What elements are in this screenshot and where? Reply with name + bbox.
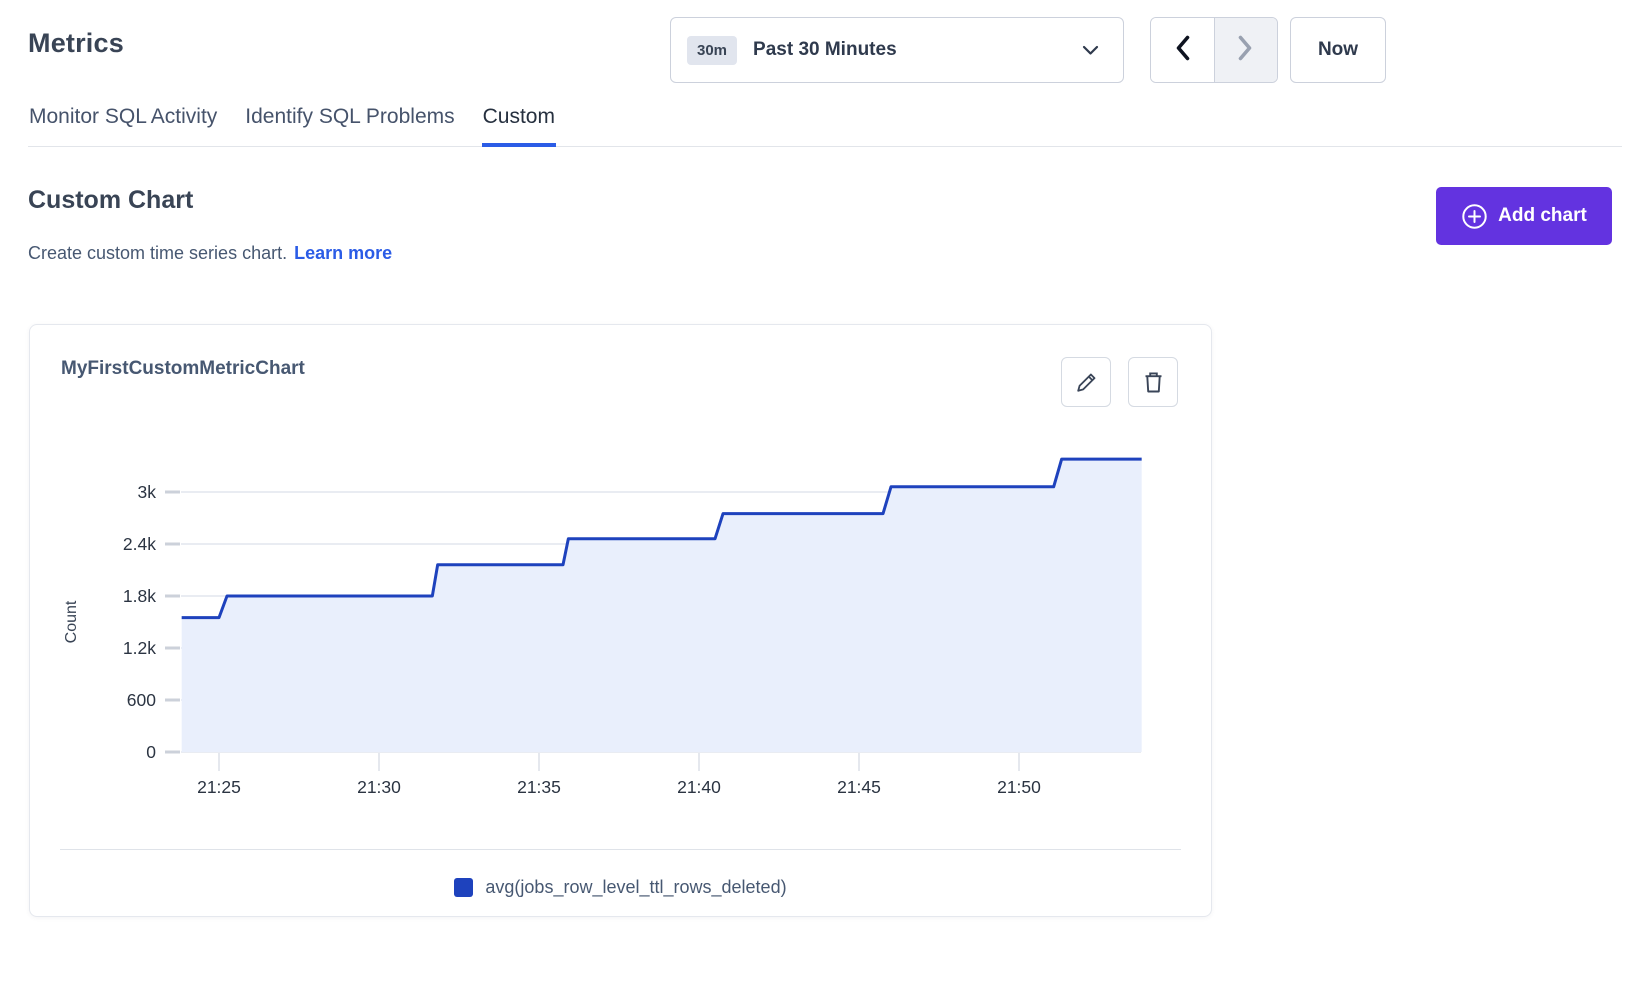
- custom-chart-card: MyFirstCustomMetricChart 0 600 1.2k 1.8k 2.4…: [29, 324, 1212, 917]
- chevron-down-icon: [1082, 45, 1099, 56]
- custom-chart-canvas: 0 600 1.2k 1.8k 2.4k 3k 21:25 21:30 21:35 21:40 21…: [30, 401, 1213, 811]
- pencil-icon: [1075, 371, 1098, 394]
- svg-text:3k: 3k: [138, 482, 157, 502]
- chart-legend: avg(jobs_row_level_ttl_rows_deleted): [30, 867, 1211, 907]
- tab-identify-sql-problems[interactable]: Identify SQL Problems: [244, 103, 455, 146]
- svg-text:21:30: 21:30: [357, 777, 401, 797]
- tab-bar: Monitor SQL Activity Identify SQL Proble…: [28, 103, 1622, 147]
- svg-text:600: 600: [127, 690, 156, 710]
- svg-text:2.4k: 2.4k: [123, 534, 156, 554]
- tab-custom[interactable]: Custom: [482, 103, 556, 146]
- time-range-dropdown[interactable]: 30m Past 30 Minutes: [670, 17, 1124, 83]
- next-window-button-disabled[interactable]: [1215, 18, 1278, 82]
- tab-monitor-sql-activity[interactable]: Monitor SQL Activity: [28, 103, 218, 146]
- trash-icon: [1142, 370, 1165, 395]
- time-range-badge: 30m: [687, 36, 737, 65]
- svg-text:1.8k: 1.8k: [123, 586, 156, 606]
- chart-title: MyFirstCustomMetricChart: [61, 358, 305, 380]
- add-chart-label: Add chart: [1498, 205, 1587, 227]
- now-button[interactable]: Now: [1290, 17, 1386, 83]
- svg-text:21:50: 21:50: [997, 777, 1041, 797]
- legend-swatch: [454, 878, 473, 897]
- svg-text:Count: Count: [63, 600, 80, 643]
- plus-circle-icon: [1461, 203, 1488, 230]
- svg-text:21:40: 21:40: [677, 777, 721, 797]
- svg-text:1.2k: 1.2k: [123, 638, 156, 658]
- chevron-right-icon: [1238, 35, 1253, 66]
- svg-text:0: 0: [146, 742, 156, 762]
- svg-text:21:25: 21:25: [197, 777, 241, 797]
- page-title: Metrics: [28, 28, 124, 59]
- section-title: Custom Chart: [28, 186, 193, 215]
- chevron-left-icon: [1175, 35, 1190, 66]
- legend-label: avg(jobs_row_level_ttl_rows_deleted): [485, 877, 786, 898]
- svg-text:21:45: 21:45: [837, 777, 881, 797]
- previous-window-button[interactable]: [1151, 18, 1215, 82]
- delete-chart-button[interactable]: [1128, 357, 1178, 407]
- time-window-nav: [1150, 17, 1278, 83]
- section-subtitle: Create custom time series chart. Learn mo…: [28, 243, 392, 264]
- metrics-page: Metrics 30m Past 30 Minutes Now Monitor …: [0, 0, 1650, 982]
- edit-chart-button[interactable]: [1061, 357, 1111, 407]
- add-chart-button[interactable]: Add chart: [1436, 187, 1612, 245]
- learn-more-link[interactable]: Learn more: [294, 243, 392, 263]
- svg-text:21:35: 21:35: [517, 777, 561, 797]
- subtitle-text: Create custom time series chart.: [28, 243, 287, 263]
- card-divider: [60, 849, 1181, 850]
- time-range-label: Past 30 Minutes: [753, 39, 897, 61]
